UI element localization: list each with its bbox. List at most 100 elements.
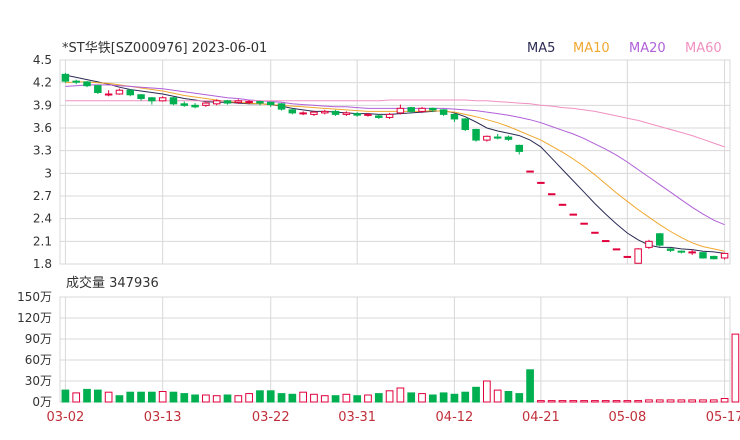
candle bbox=[72, 79, 80, 85]
candle-body bbox=[83, 81, 91, 87]
volume-bar bbox=[342, 393, 351, 403]
volume-bar bbox=[104, 391, 113, 403]
volume-bar bbox=[688, 399, 697, 403]
volume-bar bbox=[655, 399, 664, 403]
date-tick-label: 04-21 bbox=[522, 410, 560, 425]
volume-tick-label: 60万 bbox=[25, 353, 52, 367]
candle-body bbox=[61, 73, 70, 82]
volume-grid bbox=[59, 296, 731, 403]
candle-body bbox=[202, 102, 210, 106]
volume-bar bbox=[299, 391, 307, 403]
candle bbox=[493, 134, 502, 140]
candle-body bbox=[515, 144, 524, 152]
candle-body bbox=[191, 104, 199, 108]
candle-body bbox=[364, 113, 372, 116]
candle bbox=[601, 240, 610, 243]
price-tick-label: 2.4 bbox=[33, 212, 52, 226]
volume-bar bbox=[61, 389, 70, 403]
volume-bar bbox=[223, 394, 232, 403]
volume-bar bbox=[645, 399, 653, 403]
volume-bar bbox=[515, 393, 524, 403]
legend-ma20: MA20 bbox=[629, 41, 666, 56]
candle-body bbox=[72, 80, 80, 83]
ma-line-ma10 bbox=[65, 81, 725, 252]
volume-bar bbox=[677, 399, 686, 403]
candle bbox=[666, 248, 675, 252]
volume-bar bbox=[623, 400, 632, 403]
legend-ma60: MA60 bbox=[685, 41, 722, 56]
candle bbox=[126, 89, 134, 97]
ma-line-ma20 bbox=[65, 84, 725, 226]
candle-body bbox=[450, 113, 459, 120]
ma-line-ma60 bbox=[65, 99, 725, 148]
candle bbox=[104, 90, 113, 97]
candle bbox=[547, 193, 556, 196]
candle-body bbox=[483, 135, 491, 141]
volume-tick-label: 150万 bbox=[17, 290, 52, 304]
candle bbox=[537, 181, 545, 184]
price-tick-label: 2.1 bbox=[33, 234, 52, 248]
candle-body bbox=[321, 110, 329, 114]
date-tick-label: 03-22 bbox=[252, 410, 290, 425]
candle bbox=[191, 103, 199, 109]
candle-body bbox=[180, 103, 189, 106]
volume-bar bbox=[612, 400, 621, 403]
candle bbox=[299, 111, 307, 116]
volume-bar bbox=[407, 392, 416, 403]
candle-body bbox=[94, 85, 102, 93]
candle bbox=[353, 112, 361, 117]
price-tick-label: 4.5 bbox=[33, 53, 52, 67]
candle-body bbox=[645, 240, 653, 248]
volume-bar bbox=[591, 400, 599, 403]
date-tick-label: 05-08 bbox=[608, 410, 646, 425]
candle-body bbox=[137, 94, 145, 100]
candle bbox=[375, 114, 383, 119]
volume-bar bbox=[169, 391, 178, 403]
candle-body bbox=[591, 231, 599, 234]
volume-bar bbox=[472, 386, 480, 403]
candle-body bbox=[277, 103, 286, 110]
date-tick-label: 03-02 bbox=[47, 410, 85, 425]
candle bbox=[266, 101, 275, 107]
candle-body bbox=[623, 255, 632, 258]
candle bbox=[472, 128, 480, 142]
candle bbox=[439, 109, 448, 116]
candle-body bbox=[212, 100, 221, 105]
volume-bar bbox=[126, 391, 135, 403]
candle bbox=[61, 72, 70, 83]
candle bbox=[580, 222, 588, 225]
price-tick-label: 2.7 bbox=[33, 189, 52, 203]
volume-bar bbox=[537, 400, 545, 403]
candle-body bbox=[666, 248, 675, 251]
volume-bar bbox=[137, 391, 145, 403]
candle bbox=[558, 203, 567, 206]
candle-body bbox=[558, 203, 567, 206]
candle bbox=[115, 88, 124, 95]
volume-bar bbox=[428, 394, 437, 403]
price-tick-label: 1.8 bbox=[33, 257, 52, 271]
volume-bar bbox=[256, 390, 264, 403]
candle-body bbox=[407, 107, 415, 112]
volume-bar bbox=[461, 391, 470, 403]
candle bbox=[591, 231, 599, 234]
volume-bars bbox=[61, 333, 740, 403]
candle bbox=[158, 96, 167, 102]
volume-bar bbox=[83, 388, 91, 403]
candle-body bbox=[461, 118, 469, 131]
candle-body bbox=[634, 248, 642, 264]
volume-title: 成交量 347936 bbox=[66, 275, 159, 291]
candle-body bbox=[158, 97, 167, 102]
candle-body bbox=[104, 93, 113, 96]
volume-tick-label: 0万 bbox=[32, 395, 52, 409]
candle bbox=[331, 109, 340, 116]
volume-bar bbox=[180, 393, 189, 403]
volume-frame bbox=[59, 296, 731, 403]
volume-bar bbox=[353, 395, 362, 403]
volume-bar bbox=[493, 389, 502, 403]
price-tick-label: 3.6 bbox=[33, 121, 52, 135]
date-tick-label: 03-31 bbox=[338, 410, 376, 425]
candle bbox=[148, 97, 156, 105]
candle-body bbox=[601, 240, 610, 243]
candle-body bbox=[126, 89, 134, 96]
price-tick-label: 3 bbox=[44, 166, 52, 180]
